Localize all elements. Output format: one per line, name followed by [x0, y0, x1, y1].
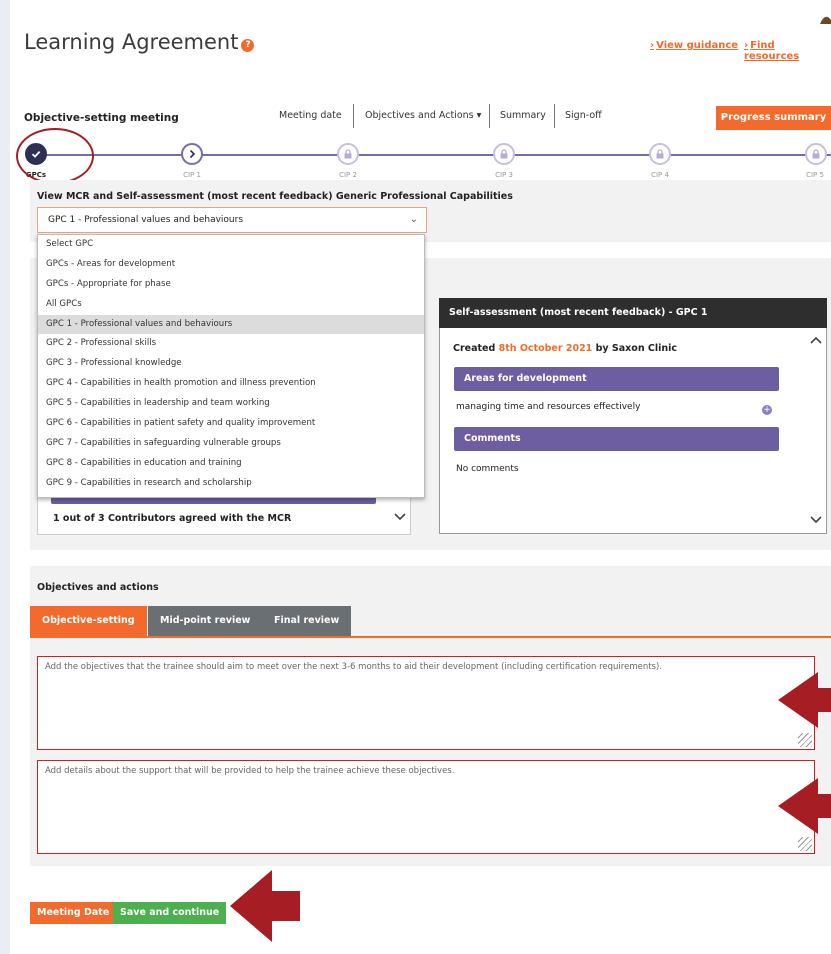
- chevron-down-icon[interactable]: [394, 510, 406, 524]
- step-label: CIP 2: [339, 171, 357, 179]
- self-assessment-card: [439, 298, 827, 534]
- dropdown-option[interactable]: All GPCs: [38, 295, 424, 315]
- gpc-select-value: GPC 1 - Professional values and behaviou…: [48, 215, 244, 225]
- tab-mid-point-review[interactable]: Mid-point review: [148, 606, 263, 636]
- step-label: CIP 3: [495, 171, 513, 179]
- step-cip-5: [805, 143, 827, 165]
- user-menu-icon[interactable]: [818, 14, 831, 24]
- annotation-arrow-left: [230, 870, 300, 942]
- save-and-continue-button[interactable]: Save and continue: [113, 902, 227, 924]
- lock-icon: [656, 149, 664, 159]
- tab-final-review[interactable]: Final review: [262, 606, 352, 636]
- created-line: Created 8th October 2021 by Saxon Clinic: [453, 343, 678, 354]
- plus-circle-icon[interactable]: +: [762, 405, 772, 415]
- lock-icon: [500, 149, 508, 159]
- dropdown-option[interactable]: GPC 8 - Capabilities in education and tr…: [38, 454, 424, 474]
- resize-grip-icon[interactable]: [798, 733, 812, 747]
- gpc-dropdown-list: Select GPC GPCs - Areas for development …: [37, 234, 425, 498]
- areas-heading: Areas for development: [454, 367, 779, 391]
- dropdown-option[interactable]: GPCs - Appropriate for phase: [38, 275, 424, 295]
- dropdown-caret-icon: ▾: [476, 110, 482, 121]
- dropdown-option[interactable]: Select GPC: [38, 235, 424, 255]
- nav-objectives-actions[interactable]: Objectives and Actions ▾: [356, 106, 490, 126]
- find-resources-link[interactable]: › Find resources: [744, 40, 831, 62]
- objectives-textarea[interactable]: Add the objectives that the trainee shou…: [37, 656, 815, 750]
- dropdown-option[interactable]: GPC 2 - Professional skills: [38, 334, 424, 354]
- annotation-ellipse: [16, 128, 94, 184]
- step-cip-3: [493, 143, 515, 165]
- comments-text: No comments: [456, 464, 519, 474]
- step-label: CIP 1: [183, 171, 201, 179]
- lock-icon: [812, 149, 820, 159]
- page-title: Learning Agreement?: [24, 30, 255, 54]
- dropdown-option[interactable]: GPC 3 - Professional knowledge: [38, 354, 424, 374]
- progress-summary-button[interactable]: Progress summary: [716, 106, 831, 130]
- view-guidance-link[interactable]: › View guidance: [650, 40, 738, 51]
- tab-underline: [30, 636, 831, 638]
- dropdown-option[interactable]: GPC 5 - Capabilities in leadership and t…: [38, 394, 424, 414]
- contributors-text: 1 out of 3 Contributors agreed with the …: [53, 513, 292, 524]
- dropdown-option[interactable]: GPCs - Areas for development: [38, 255, 424, 275]
- help-icon[interactable]: ?: [241, 39, 255, 52]
- meeting-date-button[interactable]: Meeting Date: [30, 902, 117, 924]
- step-cip-2: [337, 143, 359, 165]
- objectives-heading: Objectives and actions: [37, 582, 159, 593]
- support-placeholder: Add details about the support that will …: [45, 766, 455, 776]
- page: Learning Agreement? › View guidance › Find…: [10, 0, 831, 954]
- section-title: Objective-setting meeting: [24, 112, 179, 124]
- tab-objective-setting[interactable]: Objective-setting: [30, 606, 147, 636]
- support-textarea[interactable]: Add details about the support that will …: [37, 760, 815, 854]
- nav-divider: [353, 104, 354, 128]
- objectives-placeholder: Add the objectives that the trainee shou…: [45, 662, 663, 672]
- nav-meeting-date[interactable]: Meeting date: [270, 106, 351, 126]
- nav-sign-off[interactable]: Sign-off: [556, 106, 611, 126]
- self-assessment-heading: Self-assessment (most recent feedback) -…: [439, 298, 827, 328]
- stepper-track: [36, 154, 831, 156]
- dropdown-option[interactable]: GPC 4 - Capabilities in health promotion…: [38, 374, 424, 394]
- nav-summary[interactable]: Summary: [491, 106, 555, 126]
- resize-grip-icon[interactable]: [798, 837, 812, 851]
- nav-divider: [489, 104, 490, 128]
- dropdown-option[interactable]: GPC 6 - Capabilities in patient safety a…: [38, 414, 424, 434]
- step-label: CIP 5: [806, 171, 824, 179]
- created-date: 8th October 2021: [498, 343, 593, 354]
- gpc-select[interactable]: GPC 1 - Professional values and behaviou…: [37, 207, 427, 233]
- nav-divider: [554, 104, 555, 128]
- comments-heading: Comments: [454, 427, 779, 451]
- lock-icon: [344, 149, 352, 159]
- gpc-view-heading: View MCR and Self-assessment (most recen…: [37, 191, 513, 202]
- dropdown-option-selected[interactable]: GPC 1 - Professional values and behaviou…: [38, 314, 424, 335]
- step-cip-4: [649, 143, 671, 165]
- chevron-down-icon[interactable]: [810, 516, 822, 527]
- chevron-up-icon[interactable]: [810, 336, 822, 347]
- dropdown-option[interactable]: GPC 7 - Capabilities in safeguarding vul…: [38, 434, 424, 454]
- step-cip-1[interactable]: [181, 143, 203, 165]
- chevron-down-icon: ⌄: [409, 214, 418, 225]
- chevron-right-icon: [189, 149, 196, 159]
- dropdown-option[interactable]: GPC 9 - Capabilities in research and sch…: [38, 474, 424, 494]
- step-label: CIP 4: [651, 171, 669, 179]
- area-item: managing time and resources effectively: [456, 402, 641, 412]
